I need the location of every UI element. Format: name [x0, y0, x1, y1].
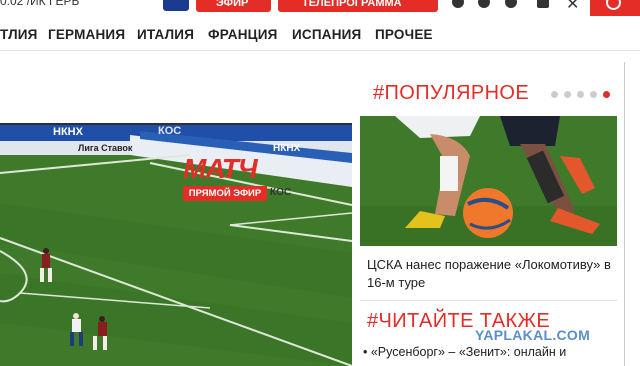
channel-logo-icon[interactable]	[163, 0, 189, 11]
search-icon	[606, 0, 621, 10]
match-tv-logo: МАТЧ	[183, 153, 260, 184]
live-button-label: ЭФИР	[216, 0, 249, 9]
match-logo-text: МАТЧ	[183, 153, 258, 184]
carousel-dot-active[interactable]	[603, 91, 610, 98]
nav-item-germany[interactable]: ГЕРМАНИЯ	[48, 27, 125, 42]
vk-icon[interactable]	[452, 0, 464, 8]
pitch-scene	[0, 123, 352, 366]
facebook-icon[interactable]	[478, 0, 490, 8]
top-strip-text: 0:02 /ИК ГЕРЬ	[0, 0, 80, 8]
twitter-icon[interactable]	[505, 0, 517, 8]
video-player[interactable]: НКНХ КОС Лига Ставок НКНХ КОС	[0, 123, 352, 366]
watermark: YAPLAKAL.COM	[475, 327, 591, 343]
tv-program-button-label: ТЕЛЕПРОГРАММА	[302, 0, 402, 9]
sidebar-divider	[360, 300, 617, 301]
search-button[interactable]	[590, 0, 640, 16]
ad-banner-5: КОС	[270, 187, 292, 198]
ad-banner-4: НКНХ	[273, 143, 301, 154]
instagram-icon[interactable]	[537, 0, 549, 8]
nav-item-italy-partial[interactable]: ТЛИЯ	[0, 27, 38, 42]
tv-program-button[interactable]: ТЕЛЕПРОГРАММА	[278, 0, 438, 12]
close-icon[interactable]: ✕	[566, 0, 579, 14]
nav-item-other[interactable]: ПРОЧЕЕ	[375, 27, 433, 42]
page-edge-line	[624, 62, 625, 366]
carousel-dot[interactable]	[577, 91, 584, 98]
read-also-item[interactable]: • «Русенборг» – «Зенит»: онлайн и	[363, 345, 566, 359]
football-photo	[360, 116, 617, 246]
carousel-dot[interactable]	[590, 91, 597, 98]
popular-article-caption[interactable]: ЦСКА нанес поражение «Локомотиву» в 16-м…	[367, 256, 612, 292]
carousel-dot[interactable]	[564, 91, 571, 98]
top-strip: 0:02 /ИК ГЕРЬ ЭФИР ТЕЛЕПРОГРАММА ✕	[0, 0, 640, 16]
live-badge: ПРЯМОЙ ЭФИР	[183, 186, 267, 201]
ad-banner-1: НКНХ	[53, 126, 83, 138]
nav-item-france[interactable]: ФРАНЦИЯ	[208, 27, 278, 42]
nav-item-italy[interactable]: ИТАЛИЯ	[137, 27, 194, 42]
ad-banner-2: КОС	[158, 125, 182, 137]
popular-title[interactable]: #ПОПУЛЯРНОЕ	[373, 82, 529, 105]
league-nav: ТЛИЯ ГЕРМАНИЯ ИТАЛИЯ ФРАНЦИЯ ИСПАНИЯ ПРО…	[0, 22, 640, 51]
ad-banner-3: Лига Ставок	[78, 143, 133, 153]
carousel-dot[interactable]	[551, 91, 558, 98]
popular-article-image[interactable]	[360, 116, 617, 246]
live-button[interactable]: ЭФИР	[196, 0, 271, 12]
nav-item-spain[interactable]: ИСПАНИЯ	[292, 27, 361, 42]
